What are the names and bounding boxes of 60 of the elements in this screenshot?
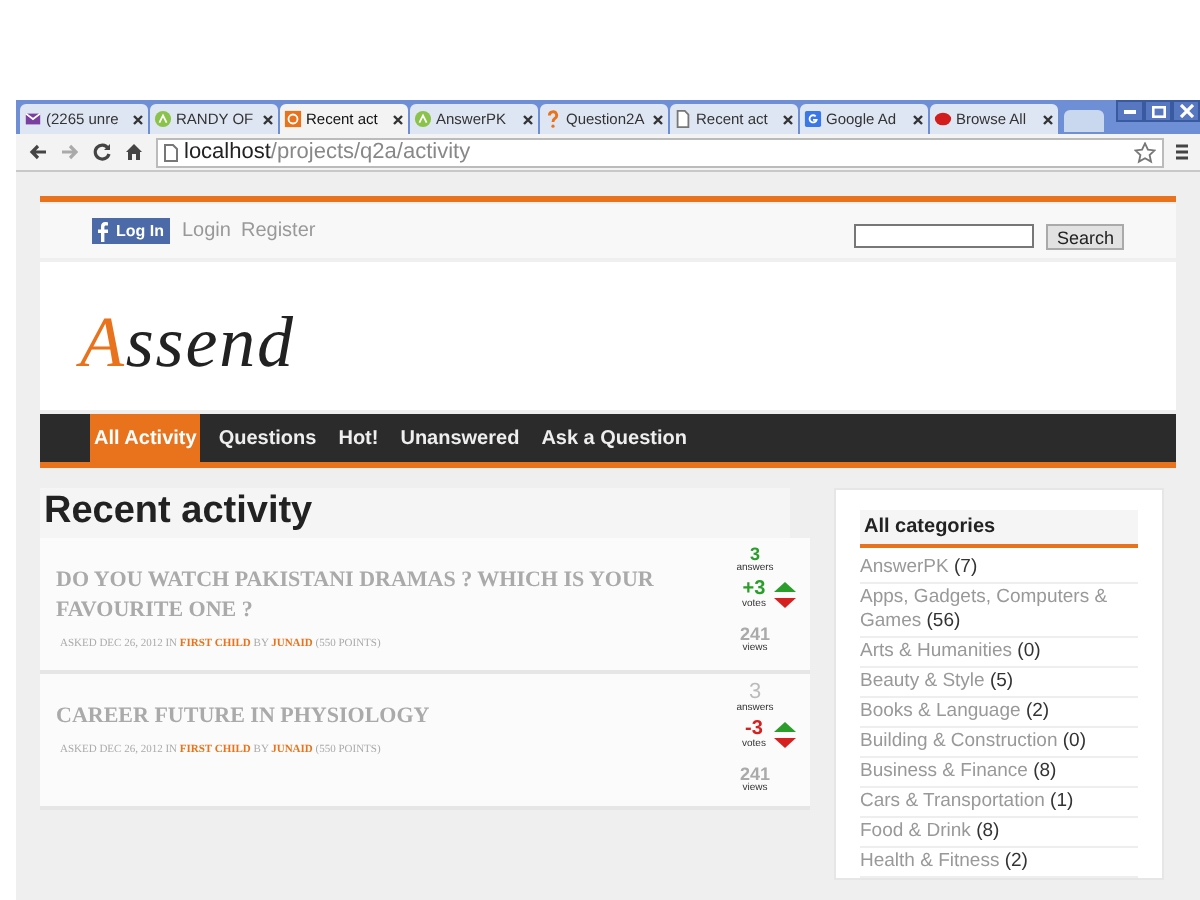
category-item[interactable]: Beauty & Style (5) bbox=[860, 668, 1138, 698]
minimize-icon bbox=[1124, 109, 1136, 113]
view-count: 241 bbox=[739, 766, 771, 784]
site-logo[interactable]: Assend bbox=[80, 306, 295, 378]
robot-icon bbox=[154, 110, 172, 128]
nav-tab[interactable]: Hot! bbox=[334, 414, 383, 462]
close-icon[interactable] bbox=[132, 113, 144, 125]
answer-count: 3 bbox=[748, 682, 762, 704]
letter-g-icon bbox=[804, 110, 822, 128]
close-icon[interactable] bbox=[1042, 113, 1054, 125]
vote-down-icon[interactable] bbox=[773, 738, 796, 748]
menu-icon[interactable] bbox=[1176, 142, 1188, 162]
category-item[interactable]: Books & Language (2) bbox=[860, 698, 1138, 728]
search-button[interactable]: Search bbox=[1046, 223, 1124, 249]
facebook-login-button[interactable]: Log In bbox=[92, 218, 170, 244]
window-control-button[interactable] bbox=[1144, 100, 1172, 122]
category-item[interactable]: Health & Fitness (2) bbox=[860, 848, 1138, 878]
close-icon[interactable] bbox=[652, 113, 664, 125]
close-icon[interactable] bbox=[912, 113, 924, 125]
nav-tab[interactable]: Questions bbox=[214, 414, 321, 462]
page-icon bbox=[674, 110, 692, 128]
close-icon bbox=[1179, 104, 1193, 118]
restore-icon bbox=[1151, 105, 1165, 117]
category-item[interactable]: Apps, Gadgets, Computers & Games (56) bbox=[860, 584, 1138, 638]
window-control-button[interactable] bbox=[1172, 100, 1200, 122]
vote-count: -3 bbox=[745, 720, 763, 740]
sidebar-title: All categories bbox=[864, 514, 996, 542]
home-icon[interactable] bbox=[124, 142, 144, 162]
close-icon[interactable] bbox=[522, 113, 534, 125]
category-item[interactable]: Food & Drink (8) bbox=[860, 818, 1138, 848]
close-icon[interactable] bbox=[262, 113, 274, 125]
category-item[interactable]: AnswerPK (7) bbox=[860, 554, 1138, 584]
category-item[interactable]: Building & Construction (0) bbox=[860, 728, 1138, 758]
close-icon[interactable] bbox=[392, 113, 404, 125]
vote-up-icon[interactable] bbox=[773, 582, 796, 592]
nav-tab[interactable]: Unanswered bbox=[396, 414, 524, 462]
vote-count: +3 bbox=[742, 580, 766, 600]
envelope-icon bbox=[24, 110, 42, 128]
vote-up-icon[interactable] bbox=[773, 722, 796, 732]
tab-logo-icon bbox=[284, 110, 302, 128]
facebook-icon bbox=[98, 221, 108, 241]
close-icon[interactable] bbox=[782, 113, 794, 125]
oval-logo-icon bbox=[934, 110, 952, 128]
category-item[interactable]: Arts & Humanities (0) bbox=[860, 638, 1138, 668]
category-item[interactable]: Business & Finance (8) bbox=[860, 758, 1138, 788]
star-icon[interactable] bbox=[1134, 141, 1156, 163]
page-heading: Recent activity bbox=[42, 488, 313, 537]
question-mark-icon bbox=[544, 110, 562, 128]
address-bar[interactable]: localhost/projects/q2a/activity bbox=[156, 137, 1164, 167]
back-icon[interactable] bbox=[28, 142, 48, 162]
robot-icon bbox=[414, 110, 432, 128]
answer-count: 3 bbox=[749, 546, 760, 564]
view-count: 241 bbox=[739, 626, 771, 644]
vote-down-icon[interactable] bbox=[773, 598, 796, 608]
category-item[interactable]: Cars & Transportation (1) bbox=[860, 788, 1138, 818]
search-field[interactable] bbox=[854, 223, 1035, 247]
nav-tab[interactable]: Ask a Question bbox=[537, 414, 691, 462]
window-control-button[interactable] bbox=[1116, 100, 1144, 122]
reload-icon[interactable] bbox=[92, 142, 112, 162]
page-icon bbox=[164, 143, 178, 161]
